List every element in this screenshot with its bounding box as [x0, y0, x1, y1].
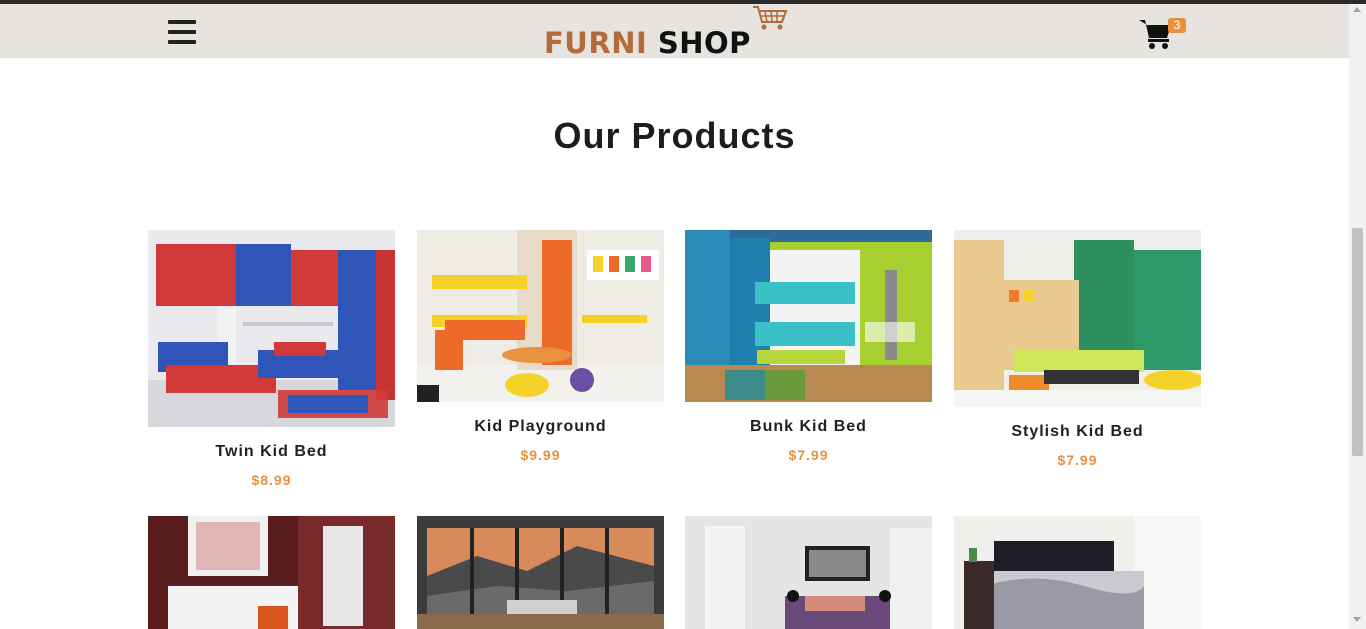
product-name[interactable]: Stylish Kid Bed — [954, 423, 1201, 441]
product-card[interactable]: Kid Playground $9.99 — [417, 230, 664, 463]
scroll-down-arrow-icon[interactable] — [1353, 617, 1361, 622]
product-price: $7.99 — [1057, 452, 1098, 468]
product-card[interactable]: Stylish Kid Bed $7.99 — [954, 230, 1201, 468]
product-name[interactable]: Bunk Kid Bed — [685, 418, 932, 436]
scrollbar-thumb[interactable] — [1352, 228, 1363, 456]
product-price: $8.99 — [251, 472, 292, 488]
product-price: $9.99 — [520, 447, 561, 463]
product-name[interactable]: Twin Kid Bed — [148, 443, 395, 461]
product-name[interactable]: Kid Playground — [417, 418, 664, 436]
hamburger-menu-icon — [168, 20, 196, 24]
product-image[interactable] — [417, 230, 664, 402]
product-card[interactable] — [685, 516, 932, 629]
product-card[interactable] — [417, 516, 664, 629]
site-header: FURNI SHOP 3 — [0, 4, 1349, 60]
product-card[interactable]: Bunk Kid Bed $7.99 — [685, 230, 932, 463]
product-card[interactable] — [954, 516, 1201, 629]
product-image[interactable] — [685, 516, 932, 629]
vertical-scrollbar[interactable] — [1349, 4, 1366, 629]
product-price: $7.99 — [788, 447, 829, 463]
logo-cart-icon — [753, 6, 788, 30]
product-image[interactable] — [148, 516, 395, 629]
menu-button[interactable] — [168, 20, 196, 44]
product-card[interactable] — [148, 516, 395, 629]
product-image[interactable] — [417, 516, 664, 629]
scroll-up-arrow-icon[interactable] — [1353, 7, 1361, 12]
product-image[interactable] — [685, 230, 932, 402]
cart-button[interactable]: 3 — [1139, 14, 1189, 54]
section-title: Our Products — [553, 115, 796, 156]
cart-count-badge: 3 — [1168, 18, 1186, 33]
logo-text-furni: FURNI — [544, 26, 648, 60]
site-logo[interactable]: FURNI SHOP — [544, 4, 794, 60]
logo-text-shop: SHOP — [657, 26, 751, 60]
product-image[interactable] — [954, 230, 1201, 407]
product-image[interactable] — [148, 230, 395, 427]
product-image[interactable] — [954, 516, 1201, 629]
product-card[interactable]: Twin Kid Bed $8.99 — [148, 230, 395, 488]
